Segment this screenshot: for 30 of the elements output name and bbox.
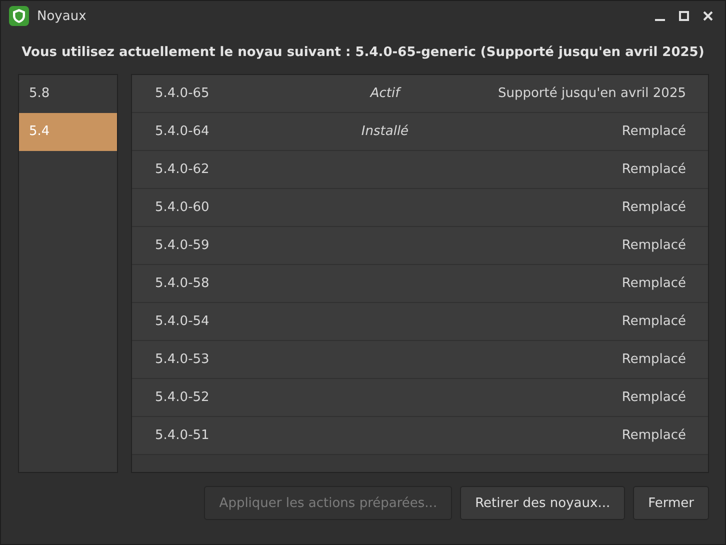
kernel-status: Installé: [361, 124, 409, 139]
kernel-status: Actif: [370, 86, 400, 101]
kernel-version: 5.4.0-62: [155, 162, 210, 177]
dialog-button[interactable]: Fermer: [633, 486, 709, 520]
kernel-support: Remplacé: [622, 200, 686, 215]
kernel-version: 5.4.0-60: [155, 200, 210, 215]
kernel-support: Remplacé: [622, 238, 686, 253]
kernel-support: Remplacé: [622, 162, 686, 177]
kernel-version: 5.4.0-54: [155, 314, 210, 329]
kernel-version: 5.4.0-64: [155, 124, 210, 139]
kernel-version: 5.4.0-52: [155, 390, 210, 405]
kernel-version: 5.4.0-65: [155, 86, 210, 101]
kernel-support: Remplacé: [622, 314, 686, 329]
kernel-support: Remplacé: [622, 390, 686, 405]
kernel-version: 5.4.0-59: [155, 238, 210, 253]
kernel-support: Remplacé: [622, 352, 686, 367]
kernel-support: Supporté jusqu'en avril 2025: [498, 86, 686, 101]
dialog-button[interactable]: Retirer des noyaux...: [460, 486, 626, 520]
kernel-support: Remplacé: [622, 428, 686, 443]
kernel-version: 5.4.0-58: [155, 276, 210, 291]
kernel-version: 5.4.0-51: [155, 428, 210, 443]
shield-icon: [9, 6, 29, 26]
close-icon[interactable]: [703, 11, 713, 21]
maximize-icon[interactable]: [679, 11, 689, 21]
kernel-version: 5.4.0-53: [155, 352, 210, 367]
window-title: Noyaux: [37, 8, 86, 24]
current-kernel-heading: Vous utilisez actuellement le noyau suivant : 5.4.0-65-generic (Supporté jusqu'en avril 2025): [20, 44, 706, 62]
kernel-support: Remplacé: [622, 276, 686, 291]
kernel-support: Remplacé: [622, 124, 686, 139]
series-item[interactable]: 5.8: [19, 75, 117, 113]
